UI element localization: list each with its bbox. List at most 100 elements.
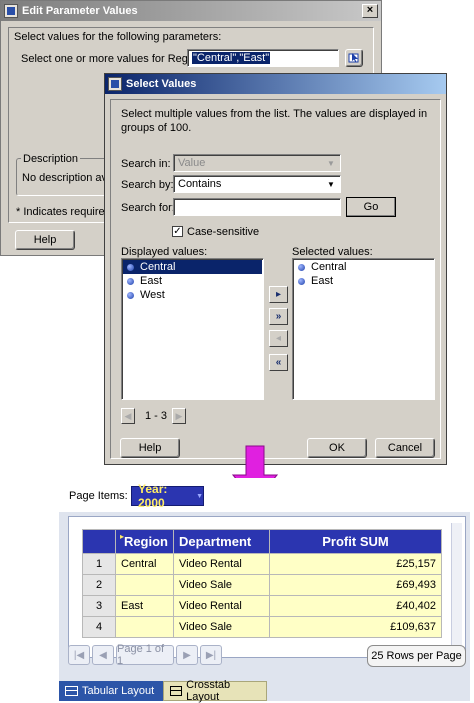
next-range-button[interactable]: ▶: [172, 408, 186, 424]
column-header-label: Department: [179, 534, 252, 549]
triangle-right-icon: ▶: [175, 410, 183, 421]
tab-label: Tabular Layout: [82, 685, 155, 697]
department-cell: Video Rental: [173, 553, 270, 575]
table-icon: [65, 686, 78, 696]
help-button[interactable]: Help: [15, 230, 75, 250]
case-sensitive-checkbox[interactable]: ✓: [172, 226, 183, 237]
row-number: 4: [82, 616, 116, 638]
report-table: ▸ Region Department Profit SUM 1 Central…: [82, 529, 442, 638]
displayed-values-list[interactable]: Central East West: [121, 258, 264, 400]
dialog-title: Edit Parameter Values: [22, 5, 138, 17]
search-for-input[interactable]: [173, 198, 341, 216]
next-page-icon: ▶: [183, 649, 191, 661]
remove-selected-button[interactable]: ◂: [269, 330, 288, 347]
region-parameter-value: "Central","East": [192, 52, 271, 64]
table-header-row: ▸ Region Department Profit SUM: [82, 529, 442, 554]
dialog-titlebar[interactable]: Edit Parameter Values: [1, 1, 381, 21]
move-selected-button[interactable]: ▸: [269, 286, 288, 303]
previous-page-button[interactable]: ◀: [92, 645, 114, 665]
case-sensitive-label: Case-sensitive: [187, 226, 260, 238]
move-left-icon: ◂: [275, 333, 282, 344]
list-item[interactable]: West: [123, 288, 262, 302]
tab-label: Crosstab Layout: [186, 679, 231, 703]
go-button[interactable]: Go: [346, 197, 396, 217]
region-cell: [115, 616, 174, 638]
value-bullet-icon: [127, 263, 134, 271]
dialog-titlebar[interactable]: Select Values: [105, 74, 446, 94]
region-cell: Central: [115, 553, 174, 575]
row-number: 3: [82, 595, 116, 617]
pagination-bar: |◀ ◀ Page 1 of 1 ▶ ▶|: [68, 643, 222, 667]
last-page-button[interactable]: ▶|: [200, 645, 222, 665]
column-header-label: Region: [123, 534, 168, 549]
list-item-label: East: [311, 275, 334, 287]
list-item[interactable]: East: [294, 274, 433, 288]
value-bullet-icon: [127, 291, 134, 299]
ok-button[interactable]: OK: [307, 438, 367, 458]
app-icon: [108, 77, 122, 91]
rows-per-page-button[interactable]: 25 Rows per Page: [367, 645, 466, 667]
search-for-label: Search for:: [121, 202, 175, 214]
report-panel: Page Items: Year: 2000 ▼ ▸ Region Depart…: [59, 478, 470, 703]
search-by-label: Search by:: [121, 179, 174, 191]
value-bullet-icon: [298, 277, 305, 285]
department-cell: Video Sale: [173, 574, 270, 596]
layout-tabs: Tabular Layout Crosstab Layout: [59, 679, 267, 703]
search-in-select[interactable]: Value ▼: [173, 154, 341, 172]
list-item-label: Central: [140, 261, 176, 273]
first-page-icon: |◀: [73, 649, 85, 661]
move-all-left-icon: «: [275, 357, 282, 368]
list-item[interactable]: Central: [294, 260, 433, 274]
year-page-item-selector[interactable]: Year: 2000 ▼: [131, 482, 204, 510]
selected-values-list[interactable]: Central East: [292, 258, 435, 400]
last-page-icon: ▶|: [205, 649, 217, 661]
instruction-text: Select values for the following paramete…: [14, 31, 222, 43]
search-by-select[interactable]: Contains ▼: [173, 175, 341, 193]
vertical-scrollbar[interactable]: [451, 523, 462, 653]
help-button[interactable]: Help: [120, 438, 180, 458]
tab-crosstab-layout[interactable]: Crosstab Layout: [163, 679, 267, 703]
list-item-label: Central: [311, 261, 347, 273]
year-page-item-value: Year: 2000: [138, 482, 168, 510]
selected-values-label: Selected values:: [292, 246, 373, 258]
column-header-region[interactable]: ▸ Region: [115, 529, 174, 554]
value-bullet-icon: [298, 263, 305, 271]
region-parameter-label: Select one or more values for Region*:: [21, 53, 210, 65]
region-cell: [115, 574, 174, 596]
profit-cell: £109,637: [269, 616, 442, 638]
table-row: 1 Central Video Rental £25,157: [82, 553, 442, 575]
profit-cell: £69,493: [269, 574, 442, 596]
column-header-department[interactable]: Department: [173, 529, 270, 554]
department-cell: Video Rental: [173, 595, 270, 617]
profit-cell: £40,402: [269, 595, 442, 617]
dialog-title: Select Values: [126, 78, 197, 90]
list-item[interactable]: East: [123, 274, 262, 288]
profit-cell: £25,157: [269, 553, 442, 575]
table-row: 3 East Video Rental £40,402: [82, 595, 442, 617]
row-number: 1: [82, 553, 116, 575]
column-header-profit-sum[interactable]: Profit SUM: [269, 529, 442, 554]
triangle-left-icon: ◀: [124, 410, 132, 421]
remove-all-button[interactable]: «: [269, 354, 288, 371]
tab-tabular-layout[interactable]: Tabular Layout: [59, 681, 163, 701]
displayed-values-label: Displayed values:: [121, 246, 208, 258]
select-values-dialog: Select Values Select multiple values fro…: [104, 73, 447, 465]
pick-list-icon: [348, 53, 359, 63]
select-values-button[interactable]: [345, 49, 363, 67]
chevron-down-icon: ▼: [327, 159, 335, 168]
move-all-button[interactable]: »: [269, 308, 288, 325]
region-parameter-field[interactable]: "Central","East": [187, 49, 339, 67]
page-items-label: Page Items:: [69, 490, 128, 502]
chevron-down-icon: ▼: [196, 492, 203, 500]
description-legend: Description: [21, 153, 81, 165]
page-items-bar: Page Items: Year: 2000 ▼: [59, 478, 470, 512]
list-item[interactable]: Central: [123, 260, 262, 274]
value-bullet-icon: [127, 277, 134, 285]
next-page-button[interactable]: ▶: [176, 645, 198, 665]
previous-page-icon: ◀: [99, 649, 107, 661]
close-icon[interactable]: ×: [362, 4, 378, 18]
previous-range-button[interactable]: ◀: [121, 408, 135, 424]
department-cell: Video Sale: [173, 616, 270, 638]
first-page-button[interactable]: |◀: [68, 645, 90, 665]
cancel-button[interactable]: Cancel: [375, 438, 435, 458]
